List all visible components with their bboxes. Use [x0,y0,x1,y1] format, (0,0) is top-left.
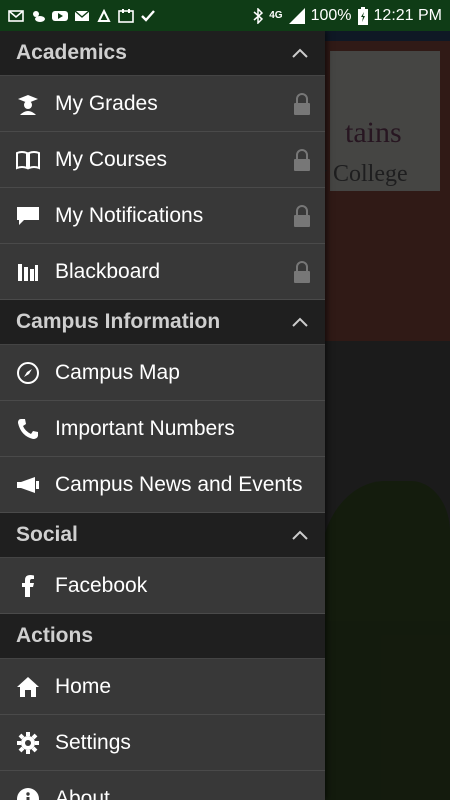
menu-item-home[interactable]: Home [0,659,325,715]
compass-icon [15,360,41,386]
system-status: 4G 100% 12:21 PM [253,6,442,25]
menu-item-my-courses[interactable]: My Courses [0,132,325,188]
app-icon [97,8,111,22]
section-header-campus-information[interactable]: Campus Information [0,300,325,345]
menu-item-important-numbers[interactable]: Important Numbers [0,401,325,457]
section-title: Actions [16,624,94,647]
section-header-social[interactable]: Social [0,513,325,558]
chevron-up-icon[interactable] [291,529,309,541]
chat-bubble-icon [15,203,41,229]
weather-icon [33,10,45,22]
section-header-academics[interactable]: Academics [0,31,325,76]
info-icon [15,786,41,800]
notification-icons [8,8,156,23]
menu-item-facebook[interactable]: Facebook [0,558,325,614]
battery-charging-icon [357,6,368,25]
mail-icon [8,9,24,22]
bluetooth-icon [253,7,264,24]
menu-item-my-notifications[interactable]: My Notifications [0,188,325,244]
graduate-icon [15,91,41,117]
status-bar: 4G 100% 12:21 PM [0,0,450,31]
menu-item-label: Blackboard [55,259,161,283]
menu-item-campus-news-and-events[interactable]: Campus News and Events [0,457,325,513]
calendar-icon [118,8,134,23]
mail-icon [74,9,90,21]
lock-icon [294,92,310,115]
check-icon [141,9,155,22]
menu-item-campus-map[interactable]: Campus Map [0,345,325,401]
section-title: Social [16,523,78,546]
gear-icon [15,730,41,756]
menu-item-label: My Notifications [55,203,204,227]
menu-item-label: Important Numbers [55,416,235,440]
home-icon [15,674,41,700]
library-icon [15,259,41,285]
menu-item-label: My Courses [55,147,168,171]
menu-item-label: Facebook [55,573,148,597]
section-title: Academics [16,41,127,64]
battery-percent: 100% [310,6,352,24]
section-header-actions: Actions [0,614,325,659]
chevron-up-icon[interactable] [291,316,309,328]
clock: 12:21 PM [373,6,442,24]
menu-item-label: Settings [55,730,131,754]
navigation-drawer: Academics My Grades My Courses My Notifi… [0,31,325,800]
signal-icon [288,7,305,24]
menu-item-label: Campus Map [55,360,180,384]
lock-icon [294,148,310,171]
lock-icon [294,260,310,283]
facebook-icon [15,573,41,599]
chevron-up-icon[interactable] [291,47,309,59]
phone-icon [15,416,41,442]
menu-item-my-grades[interactable]: My Grades [0,76,325,132]
megaphone-icon [15,472,41,498]
menu-item-label: Campus News and Events [55,472,303,496]
section-title: Campus Information [16,310,221,333]
menu-item-about[interactable]: About [0,771,325,800]
lock-icon [294,204,310,227]
menu-item-blackboard[interactable]: Blackboard [0,244,325,300]
book-icon [15,147,41,173]
menu-item-settings[interactable]: Settings [0,715,325,771]
youtube-icon [52,10,68,21]
network-type: 4G [269,10,283,21]
menu-item-label: Home [55,674,112,698]
menu-item-label: My Grades [55,91,158,115]
menu-item-label: About [55,786,110,800]
